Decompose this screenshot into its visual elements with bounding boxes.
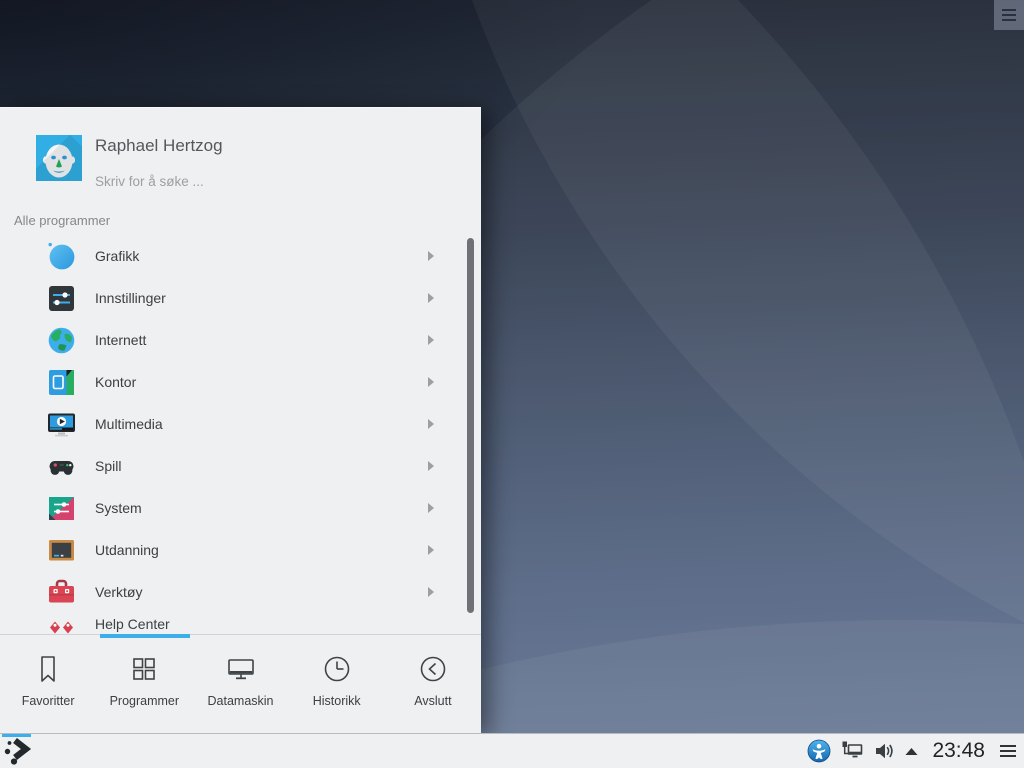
submenu-arrow-icon [428,461,434,471]
help-center-icon [47,619,76,634]
tab-datamaskin[interactable]: Datamaskin [192,638,288,734]
user-avatar[interactable] [36,135,82,181]
settings-category-icon [47,284,76,313]
volume-icon[interactable] [873,740,895,762]
graphics-category-icon [47,242,76,271]
category-label: Utdanning [95,542,428,558]
category-internett[interactable]: Internett [0,319,462,361]
education-category-icon [47,536,76,565]
category-utdanning[interactable]: Utdanning [0,529,462,571]
hamburger-menu-icon [1002,9,1016,12]
category-label: Grafikk [95,248,428,264]
digital-clock[interactable]: 23:48 [928,739,989,763]
category-label: Kontor [95,374,428,390]
category-list: Grafikk Innstillinger [0,235,462,634]
category-grafikk[interactable]: Grafikk [0,235,462,277]
accessibility-icon[interactable] [807,739,831,763]
category-label: Spill [95,458,428,474]
category-label: Innstillinger [95,290,428,306]
tab-favoritter[interactable]: Favoritter [0,638,96,734]
games-category-icon [47,452,76,481]
leave-session-icon [416,652,450,686]
launcher-tab-bar: Favoritter Programmer [0,638,481,734]
tab-label: Programmer [110,694,179,708]
applications-grid-icon [127,652,161,686]
submenu-arrow-icon [428,545,434,555]
category-label: System [95,500,428,516]
category-system[interactable]: System [0,487,462,529]
tab-avslutt[interactable]: Avslutt [385,638,481,734]
category-kontor[interactable]: Kontor [0,361,462,403]
submenu-arrow-icon [428,293,434,303]
application-launcher-icon [3,738,33,766]
favorites-bookmark-icon [31,652,65,686]
system-category-icon [47,494,76,523]
category-label: Multimedia [95,416,428,432]
user-name: Raphael Hertzog [95,136,223,156]
submenu-arrow-icon [428,335,434,345]
history-clock-icon [320,652,354,686]
submenu-arrow-icon [428,587,434,597]
submenu-arrow-icon [428,503,434,513]
category-label: Internett [95,332,428,348]
office-category-icon [47,368,76,397]
app-help-center[interactable]: Help Center [0,613,462,634]
category-spill[interactable]: Spill [0,445,462,487]
desktop: Raphael Hertzog Skriv for å søke ... All… [0,0,1024,768]
footer-separator [0,634,481,635]
section-label: Alle programmer [14,213,110,228]
tab-label: Datamaskin [208,694,274,708]
application-launcher-popup: Raphael Hertzog Skriv for å søke ... All… [0,107,481,733]
desktop-toolbox-button[interactable] [994,0,1024,30]
category-label: Verktøy [95,584,428,600]
tab-label: Favoritter [22,694,75,708]
tab-label: Historikk [313,694,361,708]
expand-tray-caret-icon[interactable] [904,747,919,756]
search-input[interactable]: Skriv for å søke ... [95,174,204,189]
list-scrollbar[interactable] [467,238,474,613]
multimedia-category-icon [47,410,76,439]
category-multimedia[interactable]: Multimedia [0,403,462,445]
computer-monitor-icon [224,652,258,686]
category-verktoy[interactable]: Verktøy [0,571,462,613]
utilities-category-icon [47,578,76,607]
app-label: Help Center [95,616,434,632]
tab-historikk[interactable]: Historikk [289,638,385,734]
submenu-arrow-icon [428,419,434,429]
application-launcher-button[interactable] [0,734,36,768]
submenu-arrow-icon [428,377,434,387]
tab-label: Avslutt [414,694,451,708]
submenu-arrow-icon [428,251,434,261]
system-tray: 23:48 [807,734,1018,768]
bottom-panel: 23:48 [0,733,1024,768]
internet-category-icon [47,326,76,355]
category-innstillinger[interactable]: Innstillinger [0,277,462,319]
panel-hamburger-menu-icon[interactable] [998,743,1018,759]
launcher-active-indicator [2,734,31,737]
network-icon[interactable] [840,739,864,763]
tab-programmer[interactable]: Programmer [96,638,192,734]
